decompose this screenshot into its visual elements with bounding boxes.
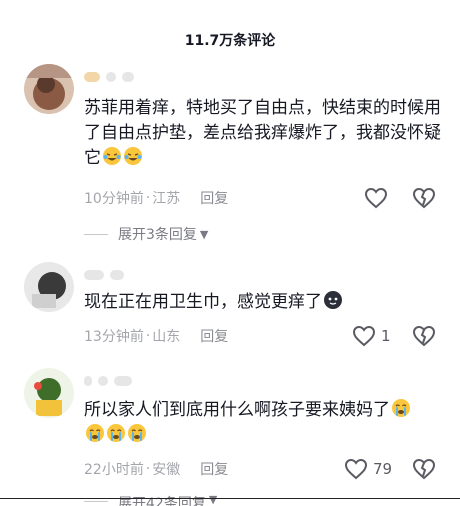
reply-button[interactable]: 回复 <box>200 459 228 479</box>
chevron-down-icon: ▼ <box>208 493 218 506</box>
expand-replies-button[interactable]: 展开42条回复 ▼ <box>84 493 217 506</box>
username-blurred[interactable] <box>84 268 124 282</box>
comment-text: 所以家人们到底用什么啊孩子要来姨妈了 <box>84 398 444 448</box>
dislike-button[interactable] <box>412 458 436 480</box>
heart-outline-icon <box>352 325 376 347</box>
meta-separator: · <box>145 328 151 344</box>
heart-outline-icon <box>364 187 388 209</box>
heart-outline-icon <box>344 458 368 480</box>
username-blurred[interactable] <box>84 70 134 84</box>
crying-face-icon <box>85 423 105 443</box>
crying-face-icon <box>391 398 411 418</box>
comment-meta: 13分钟前 · 山东 回复 <box>84 326 228 346</box>
comment-location: 江苏 <box>152 191 181 207</box>
comment-text: 苏菲用着痒，特地买了自由点，快结束的时候用了自由点护垫，差点给我痒爆炸了，我都没… <box>84 98 441 168</box>
comment-meta: 22小时前 · 安徽 回复 <box>84 459 228 479</box>
username-blurred[interactable] <box>84 374 132 388</box>
broken-heart-icon <box>412 458 436 480</box>
expand-line <box>84 501 108 502</box>
avatar[interactable] <box>24 368 74 418</box>
comment-text: 现在正在用卫生巾，感觉更痒了 <box>84 290 444 315</box>
reply-button[interactable]: 回复 <box>200 188 228 208</box>
expand-replies-label: 展开3条回复 <box>118 227 197 243</box>
meta-separator: · <box>145 190 151 206</box>
screenshot-border-line <box>0 498 460 499</box>
like-button[interactable]: 79 <box>344 457 392 481</box>
crying-laughing-face-icon <box>102 146 122 166</box>
broken-heart-icon <box>412 325 436 347</box>
dislike-button[interactable] <box>412 325 436 347</box>
dark-blob-face-icon <box>323 290 343 310</box>
chevron-down-icon: ▼ <box>199 227 209 241</box>
avatar[interactable] <box>24 64 74 114</box>
crying-face-icon <box>106 423 126 443</box>
comment-time: 22小时前 <box>84 462 144 478</box>
comments-count-title: 11.7万条评论 <box>184 33 276 49</box>
like-button[interactable]: 1 <box>352 324 391 348</box>
reply-button[interactable]: 回复 <box>200 326 228 346</box>
crying-laughing-face-icon <box>123 146 143 166</box>
comment-time: 13分钟前 <box>84 329 144 345</box>
like-count: 1 <box>381 327 391 345</box>
comment-time: 10分钟前 <box>84 191 144 207</box>
comment-meta: 10分钟前 · 江苏 回复 <box>84 188 228 208</box>
expand-line <box>84 233 108 235</box>
expand-replies-label: 展开42条回复 <box>118 496 206 506</box>
crying-face-icon <box>127 423 147 443</box>
broken-heart-icon <box>412 187 436 209</box>
like-count: 79 <box>373 460 393 478</box>
avatar[interactable] <box>24 262 74 312</box>
dislike-button[interactable] <box>412 187 436 209</box>
comment-location: 安徽 <box>152 462 181 478</box>
expand-replies-button[interactable]: 展开3条回复 ▼ <box>84 224 208 244</box>
meta-separator: · <box>145 461 151 477</box>
comment-location: 山东 <box>152 329 181 345</box>
like-button[interactable] <box>364 186 393 210</box>
